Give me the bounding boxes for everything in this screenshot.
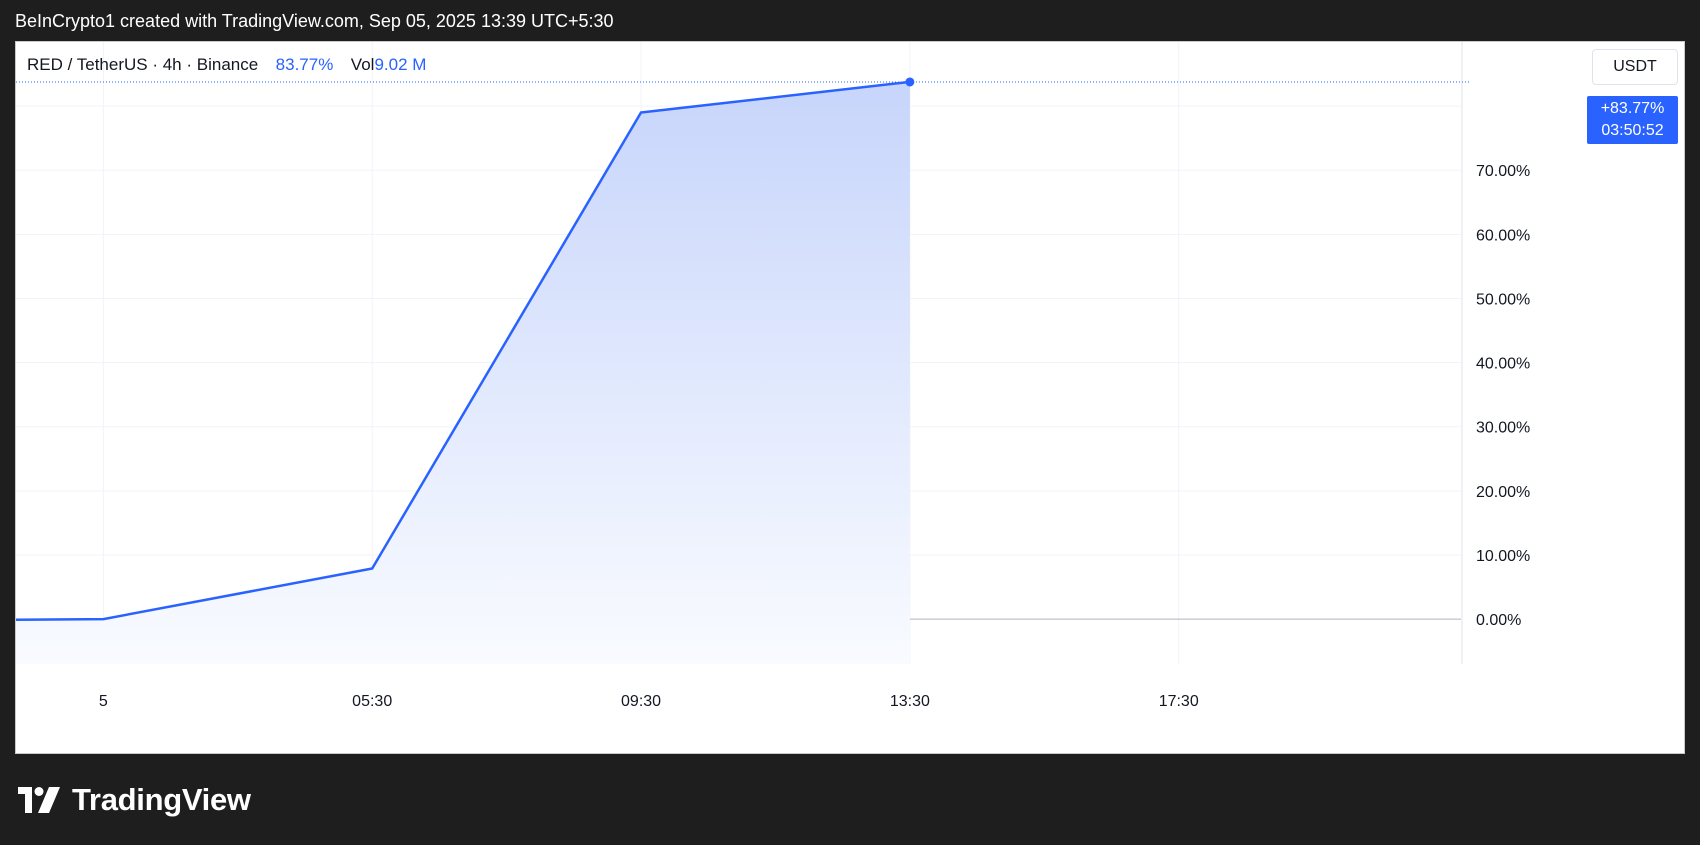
- symbol-legend: RED / TetherUS · 4h · Binance 83.77% Vol…: [27, 55, 426, 75]
- x-tick-label: 17:30: [1159, 693, 1199, 710]
- page: BeInCrypto1 created with TradingView.com…: [0, 0, 1700, 845]
- currency-button[interactable]: USDT: [1592, 49, 1678, 85]
- y-tick-label: 40.00%: [1476, 356, 1530, 373]
- price-tag-change: +83.77%: [1600, 100, 1665, 117]
- tradingview-logo-icon: [18, 787, 60, 813]
- series-area: [16, 81, 910, 664]
- tradingview-logo[interactable]: TradingView: [18, 782, 251, 818]
- y-tick-label: 30.00%: [1476, 420, 1530, 437]
- chart-panel[interactable]: 0.00% 10.00% 20.00% 30.00% 40.00% 50.00% 60.00…: [15, 41, 1685, 754]
- y-tick-label: 70.00%: [1476, 163, 1530, 180]
- volume-value: 9.02 M: [374, 55, 427, 74]
- x-tick-label: 05:30: [352, 693, 392, 710]
- volume-label: Vol: [350, 55, 375, 74]
- price-tag-countdown: 03:50:52: [1601, 122, 1664, 139]
- y-tick-label: 10.00%: [1476, 548, 1530, 565]
- y-tick-label: 20.00%: [1476, 484, 1530, 501]
- x-tick-label: 09:30: [621, 693, 661, 710]
- chart-caption: BeInCrypto1 created with TradingView.com…: [15, 11, 614, 31]
- symbol-name[interactable]: RED / TetherUS · 4h · Binance: [27, 55, 258, 74]
- legend-change: 83.77%: [275, 55, 334, 74]
- x-tick-label: 13:30: [890, 693, 930, 710]
- y-tick-label: 60.00%: [1476, 227, 1530, 244]
- y-tick-label: 0.00%: [1476, 612, 1521, 629]
- chart-plot[interactable]: 0.00% 10.00% 20.00% 30.00% 40.00% 50.00% 60.00…: [16, 42, 1684, 753]
- y-tick-label: 50.00%: [1476, 291, 1530, 308]
- last-price-tag: +83.77% 03:50:52: [1587, 96, 1678, 144]
- footer-brand: TradingView: [72, 782, 251, 817]
- x-tick-label: 5: [99, 693, 108, 710]
- last-value-marker: [905, 77, 915, 87]
